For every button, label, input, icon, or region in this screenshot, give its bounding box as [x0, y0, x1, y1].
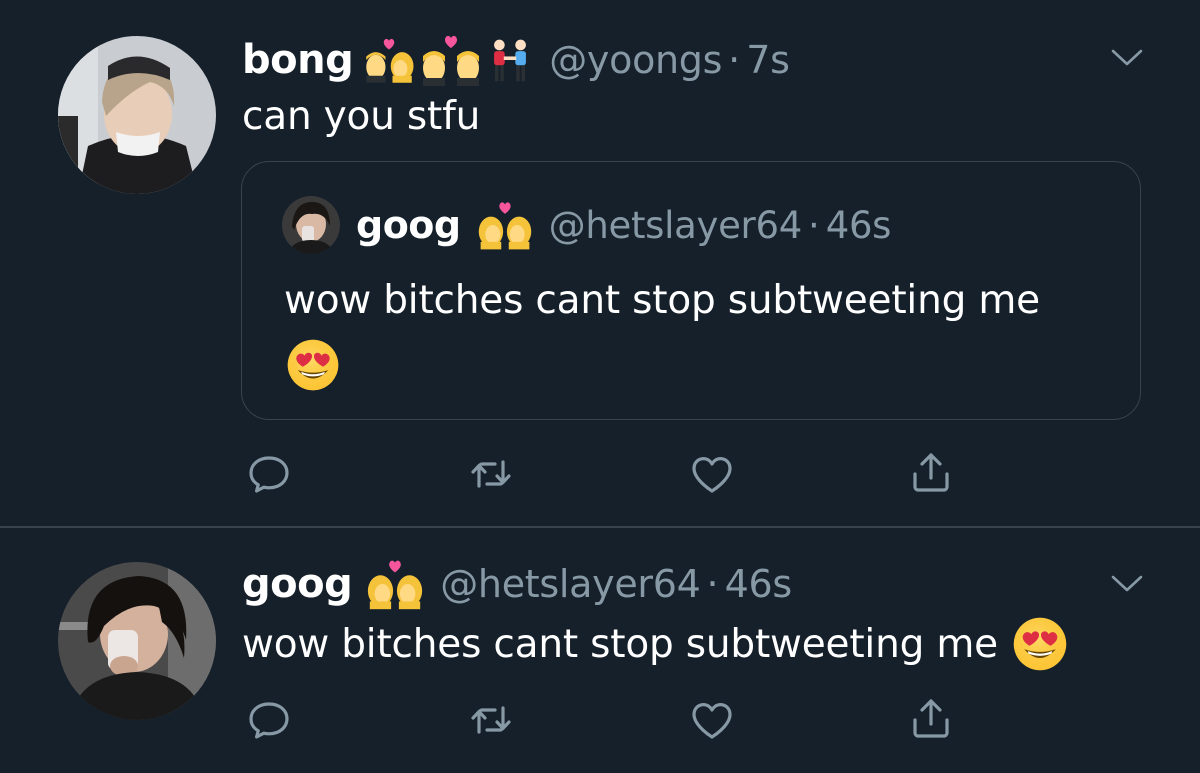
quoted-handle: @hetslayer64 [548, 203, 803, 247]
retweet-icon[interactable] [467, 450, 515, 498]
quoted-display-name: goog [356, 203, 461, 247]
name-emojis [364, 558, 426, 610]
display-name[interactable]: goog [242, 561, 353, 607]
handle[interactable]: @yoongs [549, 38, 722, 82]
timestamp[interactable]: 46s [725, 562, 793, 606]
name-emojis [361, 34, 535, 86]
kiss-woman-woman-icon [364, 558, 426, 610]
reply-icon[interactable] [245, 450, 293, 498]
chevron-down-icon[interactable] [1110, 46, 1144, 70]
tweet[interactable]: bong @yoongs · 7s can you stfu goog @het… [0, 0, 1200, 526]
kiss-woman-man-icon [361, 37, 417, 83]
quoted-separator: · [807, 203, 820, 247]
avatar[interactable] [58, 562, 216, 720]
share-icon[interactable] [907, 694, 955, 742]
tweet-text-row: wow bitches cant stop subtweeting me [242, 616, 1068, 672]
like-icon[interactable] [688, 450, 736, 498]
quoted-tweet[interactable]: goog @hetslayer64 · 46s wow bitches cant… [241, 161, 1141, 420]
tweet[interactable]: goog @hetslayer64 · 46s wow bitches cant… [0, 528, 1200, 773]
tweet-text: can you stfu [242, 94, 481, 139]
tweet-header: goog @hetslayer64 · 46s [242, 558, 792, 610]
quoted-text: wow bitches cant stop subtweeting me [284, 278, 1040, 323]
reply-icon[interactable] [245, 696, 293, 744]
timestamp[interactable]: 7s [746, 38, 790, 82]
men-holding-hands-icon [485, 37, 535, 83]
quoted-timestamp: 46s [825, 203, 892, 247]
avatar[interactable] [58, 36, 216, 194]
like-icon[interactable] [688, 696, 736, 744]
tweet-header: bong @yoongs · 7s [242, 34, 790, 86]
quoted-header: goog @hetslayer64 · 46s [356, 200, 891, 250]
separator: · [728, 38, 741, 82]
heart-eyes-emoji-icon [1012, 616, 1068, 672]
chevron-down-icon[interactable] [1110, 572, 1144, 596]
quoted-name-emojis [475, 200, 535, 250]
quoted-avatar [282, 196, 340, 254]
handle[interactable]: @hetslayer64 [440, 562, 701, 606]
display-name[interactable]: bong [242, 37, 354, 83]
separator: · [706, 562, 719, 606]
tweet-text: wow bitches cant stop subtweeting me [242, 621, 998, 667]
share-icon[interactable] [907, 448, 955, 496]
kiss-woman-woman-icon [475, 200, 535, 250]
heart-eyes-emoji-icon [286, 338, 340, 392]
retweet-icon[interactable] [467, 696, 515, 744]
couple-with-heart-man-man-icon [419, 34, 483, 86]
